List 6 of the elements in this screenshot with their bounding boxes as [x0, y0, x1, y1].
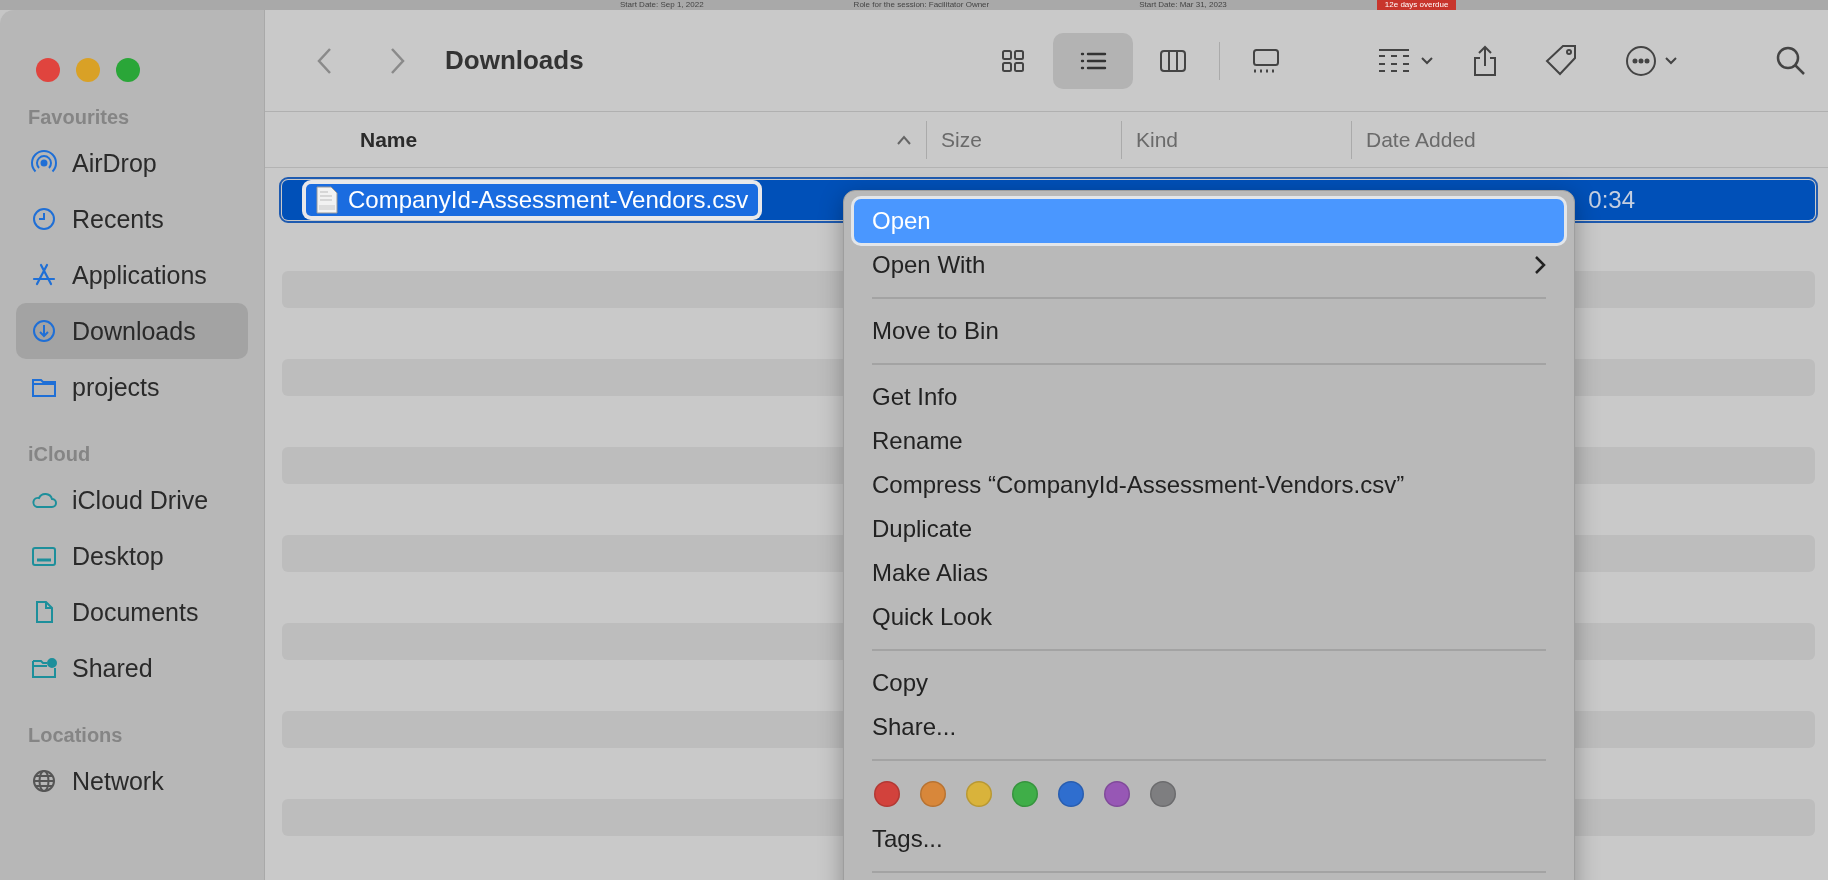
window-title: Downloads — [445, 45, 584, 77]
date-added-cell: 0:34 — [1588, 186, 1635, 214]
background-text: Start Date: Sep 1, 2022 — [620, 0, 704, 10]
overdue-badge: 12e days overdue — [1376, 0, 1457, 10]
background-text: Start Date: Mar 31, 2023 — [1139, 0, 1227, 10]
background-text: Role for the session: Facilitator Owner — [853, 0, 990, 10]
